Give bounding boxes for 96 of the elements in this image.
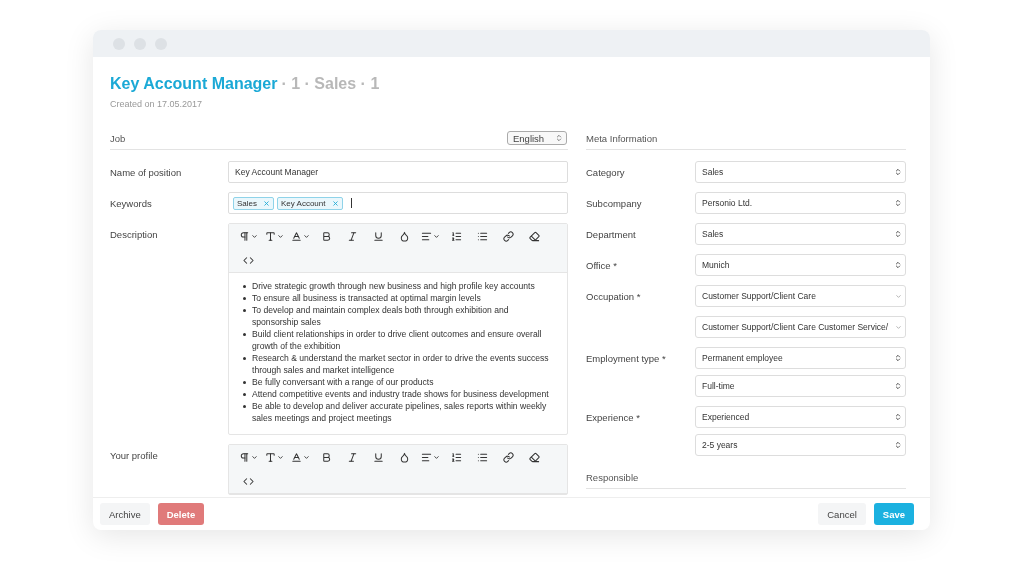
link-icon: [502, 451, 514, 463]
font-color-icon: [290, 451, 302, 463]
rich-text-editor[interactable]: [228, 223, 568, 435]
section-heading: Responsible: [586, 471, 639, 483]
eraser-icon: [528, 451, 540, 463]
job-title: Key Account Manager: [110, 75, 278, 93]
caret-icon: [894, 261, 902, 269]
bold-icon: [320, 451, 332, 463]
caret-icon: [895, 323, 902, 331]
ordered-list-icon: [450, 230, 462, 242]
text-field[interactable]: Key Account Manager: [228, 161, 568, 183]
align-left-icon: [420, 230, 432, 242]
caret-icon: [250, 232, 258, 240]
job-meta: · 1 · Sales · 1: [281, 75, 380, 93]
caret-icon: [276, 453, 284, 461]
bullet-icon: [243, 357, 246, 360]
select-field[interactable]: Personio Ltd.: [695, 192, 906, 214]
caret-icon: [250, 453, 258, 461]
section-heading: Job: [110, 132, 126, 144]
caret-icon: [432, 232, 440, 240]
select-field[interactable]: Sales: [695, 223, 906, 245]
code-icon: [242, 475, 254, 487]
field-label: Keywords: [110, 197, 153, 209]
caret-icon: [894, 354, 902, 362]
ordered-list-icon: [450, 451, 462, 463]
caret-icon: [555, 134, 563, 142]
bullet-icon: [243, 333, 246, 336]
footer-button[interactable]: Archive: [100, 503, 150, 525]
field-label: Office *: [586, 259, 618, 271]
italic-icon: [346, 451, 358, 463]
field-label: Category: [586, 166, 626, 178]
bullet-icon: [243, 309, 246, 312]
language-select[interactable]: English: [507, 131, 567, 145]
bullet-text: Attend competitive events and industry trade shows for business development: [252, 388, 549, 400]
caret-icon: [894, 382, 902, 390]
code-icon: [242, 254, 254, 266]
field-label: Name of position: [110, 166, 183, 178]
caret-icon: [894, 199, 902, 207]
caret-icon: [432, 453, 440, 461]
underline-icon: [372, 451, 384, 463]
text-cursor: [350, 198, 352, 208]
caret-icon: [894, 441, 902, 449]
created-date: Created on 17.05.2017: [110, 99, 204, 109]
font-size-icon: [264, 451, 276, 463]
paragraph-icon: [238, 230, 250, 242]
select-field[interactable]: Experienced: [695, 406, 906, 428]
select-field[interactable]: Munich: [695, 254, 906, 276]
paragraph-icon: [238, 451, 250, 463]
underline-icon: [372, 230, 384, 242]
caret-icon: [894, 168, 902, 176]
bullet-text: Build client relationships in order to drive client outcomes and ensure overall growth of the exhibition: [252, 328, 543, 352]
caret-icon: [276, 232, 284, 240]
font-size-icon: [264, 230, 276, 242]
select-field[interactable]: Permanent employee: [695, 347, 906, 369]
font-color-icon: [290, 230, 302, 242]
field-label: Department: [586, 228, 637, 240]
section-heading: Meta Information: [586, 132, 658, 144]
bullet-icon: [243, 285, 246, 288]
select-field[interactable]: Sales: [695, 161, 906, 183]
italic-icon: [346, 230, 358, 242]
bullet-list-icon: [476, 230, 488, 242]
droplet-icon: [398, 451, 410, 463]
bullet-icon: [243, 297, 246, 300]
field-label: Experience *: [586, 411, 641, 423]
caret-icon: [302, 232, 310, 240]
bullet-text: To ensure all business is transacted at optimal margin levels: [252, 292, 481, 304]
caret-icon: [895, 292, 902, 300]
field-label: Employment type *: [586, 352, 667, 364]
link-icon: [502, 230, 514, 242]
select-field[interactable]: Full-time: [695, 375, 906, 397]
select-field[interactable]: Customer Support/Client Care: [695, 285, 906, 307]
bullet-text: Be able to develop and deliver accurate pipelines, sales reports within weekly sales meetings and project meetings: [252, 400, 548, 424]
eraser-icon: [528, 230, 540, 242]
select-field[interactable]: Customer Support/Client Care Customer Service/: [695, 316, 906, 338]
droplet-icon: [398, 230, 410, 242]
bullet-icon: [243, 381, 246, 384]
bullet-icon: [243, 393, 246, 396]
bullet-text: Be fully conversant with a range of our products: [252, 376, 434, 388]
bullet-list-icon: [476, 451, 488, 463]
field-label: Subcompany: [586, 197, 643, 209]
bullet-text: To develop and maintain complex deals both through exhibition and sponsorship sales: [252, 304, 510, 328]
keyword-tag: Key Account: [277, 196, 343, 210]
bullet-icon: [243, 405, 246, 408]
footer-button[interactable]: Cancel: [818, 503, 866, 525]
bold-icon: [320, 230, 332, 242]
field-label: Occupation *: [586, 290, 642, 302]
align-left-icon: [420, 451, 432, 463]
bullet-text: Drive strategic growth through new business and high profile key accounts: [252, 280, 535, 292]
field-label: Your profile: [110, 449, 159, 461]
caret-icon: [302, 453, 310, 461]
caret-icon: [894, 230, 902, 238]
caret-icon: [894, 413, 902, 421]
keyword-tag: Sales: [233, 196, 274, 210]
bullet-text: Research & understand the market sector in order to drive the events success through sales and market intelligence: [252, 352, 550, 376]
field-label: Description: [110, 228, 159, 240]
select-field[interactable]: 2-5 years: [695, 434, 906, 456]
